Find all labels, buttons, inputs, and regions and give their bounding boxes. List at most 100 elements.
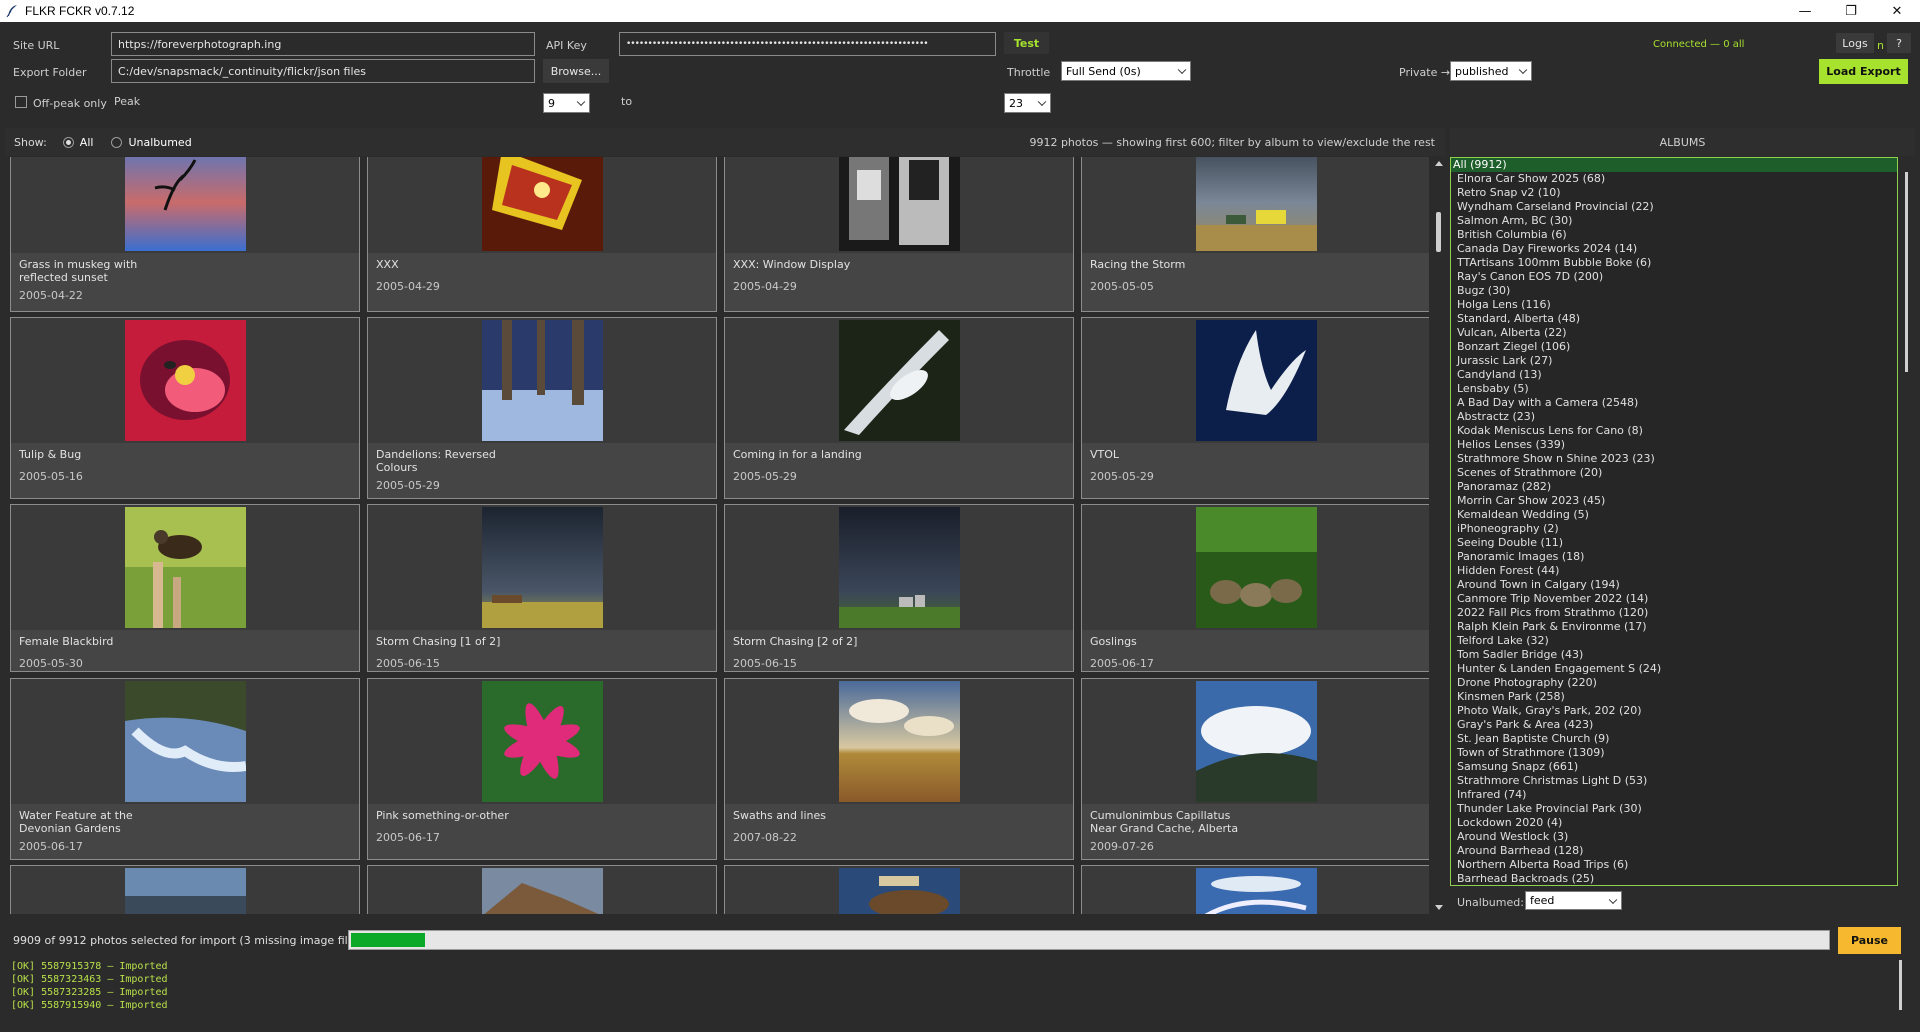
albums-list[interactable]: All (9912) Elnora Car Show 2025 (68) Retro… [1450, 157, 1898, 886]
album-item[interactable]: Around Town in Calgary (194) [1451, 578, 1897, 592]
export-folder-input[interactable]: C:/dev/snapsmack/_continuity/flickr/json… [111, 59, 535, 83]
album-item[interactable]: Drone Photography (220) [1451, 676, 1897, 690]
photo-card[interactable] [724, 865, 1074, 914]
album-item[interactable]: iPhoneography (2) [1451, 522, 1897, 536]
help-button[interactable]: ? [1887, 33, 1911, 53]
photo-card[interactable]: Water Feature at the Devonian Gardens 20… [10, 678, 360, 860]
photo-card[interactable]: Female Blackbird 2005-05-30 [10, 504, 360, 672]
album-item[interactable]: Panoramic Images (18) [1451, 550, 1897, 564]
album-item[interactable]: British Columbia (6) [1451, 228, 1897, 242]
album-item[interactable]: Gray's Park & Area (423) [1451, 718, 1897, 732]
scroll-thumb[interactable] [1905, 172, 1908, 372]
photo-card[interactable]: Tulip & Bug 2005-05-16 [10, 317, 360, 499]
scroll-thumb[interactable] [1899, 960, 1902, 1010]
photo-card[interactable]: XXX 2005-04-29 [367, 157, 717, 312]
logs-button[interactable]: Logs [1836, 33, 1874, 53]
photo-card[interactable]: Storm Chasing [2 of 2] 2005-06-15 [724, 504, 1074, 672]
photo-card[interactable]: Cumulonimbus Capillatus Near Grand Cache… [1081, 678, 1429, 860]
album-item[interactable]: Lockdown 2020 (4) [1451, 816, 1897, 830]
album-item[interactable]: Strathmore Show n Shine 2023 (23) [1451, 452, 1897, 466]
all-radio[interactable] [62, 136, 74, 148]
album-item[interactable]: St. Jean Baptiste Church (9) [1451, 732, 1897, 746]
album-item[interactable]: Candyland (13) [1451, 368, 1897, 382]
album-item[interactable]: Vulcan, Alberta (22) [1451, 326, 1897, 340]
album-item[interactable]: Hidden Forest (44) [1451, 564, 1897, 578]
site-url-input[interactable]: https://foreverphotograph.ing [111, 32, 535, 56]
scroll-down-icon[interactable] [1435, 905, 1443, 910]
photo-card[interactable]: Swaths and lines 2007-08-22 [724, 678, 1074, 860]
photo-card[interactable] [367, 865, 717, 914]
album-item[interactable]: Around Westlock (3) [1451, 830, 1897, 844]
log-scrollbar[interactable] [1896, 958, 1906, 1024]
photo-card[interactable]: Goslings 2005-06-17 [1081, 504, 1429, 672]
album-item[interactable]: Telford Lake (32) [1451, 634, 1897, 648]
unalbumed-select[interactable]: feed [1525, 891, 1622, 910]
album-item-all[interactable]: All (9912) [1451, 158, 1897, 172]
album-item[interactable]: Salmon Arm, BC (30) [1451, 214, 1897, 228]
scroll-thumb[interactable] [1436, 212, 1441, 252]
album-item[interactable]: Scenes of Strathmore (20) [1451, 466, 1897, 480]
photo-card[interactable] [1081, 865, 1429, 914]
album-item[interactable]: Retro Snap v2 (10) [1451, 186, 1897, 200]
offpeak-checkbox[interactable] [15, 96, 27, 108]
album-item[interactable]: Hunter & Landen Engagement S (24) [1451, 662, 1897, 676]
album-item[interactable]: Barrhead Backroads (25) [1451, 872, 1897, 885]
album-item[interactable]: Holga Lens (116) [1451, 298, 1897, 312]
album-item[interactable]: Town of Strathmore (1309) [1451, 746, 1897, 760]
api-key-input[interactable]: ••••••••••••••••••••••••••••••••••••••••… [619, 32, 996, 56]
photo-card[interactable]: VTOL 2005-05-29 [1081, 317, 1429, 499]
photo-card[interactable]: Storm Chasing [1 of 2] 2005-06-15 [367, 504, 717, 672]
album-item[interactable]: TTArtisans 100mm Bubble Boke (6) [1451, 256, 1897, 270]
album-item[interactable]: 2022 Fall Pics from Strathmo (120) [1451, 606, 1897, 620]
minimize-button[interactable]: — [1782, 0, 1828, 22]
photo-card[interactable]: XXX: Window Display 2005-04-29 [724, 157, 1074, 312]
album-item[interactable]: Strathmore Christmas Light D (53) [1451, 774, 1897, 788]
private-select[interactable]: published [1450, 61, 1532, 81]
peak-from-select[interactable]: 9 [543, 93, 590, 113]
album-item[interactable]: Jurassic Lark (27) [1451, 354, 1897, 368]
photo-card[interactable]: Pink something-or-other 2005-06-17 [367, 678, 717, 860]
album-item[interactable]: Helios Lenses (339) [1451, 438, 1897, 452]
photo-card[interactable]: Coming in for a landing 2005-05-29 [724, 317, 1074, 499]
photo-card[interactable]: Grass in muskeg with reflected sunset 20… [10, 157, 360, 312]
photo-card[interactable] [10, 865, 360, 914]
album-item[interactable]: Samsung Snapz (661) [1451, 760, 1897, 774]
photo-grid-scrollbar[interactable] [1432, 157, 1446, 914]
album-item[interactable]: Wyndham Carseland Provincial (22) [1451, 200, 1897, 214]
album-item[interactable]: Seeing Double (11) [1451, 536, 1897, 550]
album-item[interactable]: Kodak Meniscus Lens for Cano (8) [1451, 424, 1897, 438]
album-item[interactable]: Abstractz (23) [1451, 410, 1897, 424]
album-item[interactable]: Tom Sadler Bridge (43) [1451, 648, 1897, 662]
album-item[interactable]: Canada Day Fireworks 2024 (14) [1451, 242, 1897, 256]
close-button[interactable]: ✕ [1874, 0, 1920, 22]
unalbumed-radio[interactable] [111, 136, 123, 148]
album-item[interactable]: Kemaldean Wedding (5) [1451, 508, 1897, 522]
album-item[interactable]: Kinsmen Park (258) [1451, 690, 1897, 704]
throttle-select[interactable]: Full Send (0s) [1061, 61, 1191, 81]
peak-to-select[interactable]: 23 [1004, 93, 1051, 113]
pause-button[interactable]: Pause [1838, 927, 1901, 954]
album-item[interactable]: Thunder Lake Provincial Park (30) [1451, 802, 1897, 816]
album-item[interactable]: A Bad Day with a Camera (2548) [1451, 396, 1897, 410]
albums-scrollbar[interactable] [1900, 157, 1914, 886]
album-item[interactable]: Infrared (74) [1451, 788, 1897, 802]
album-item[interactable]: Photo Walk, Gray's Park, 202 (20) [1451, 704, 1897, 718]
photo-card[interactable]: Racing the Storm 2005-05-05 [1081, 157, 1429, 312]
album-item[interactable]: Canmore Trip November 2022 (14) [1451, 592, 1897, 606]
album-item[interactable]: Lensbaby (5) [1451, 382, 1897, 396]
album-item[interactable]: Ray's Canon EOS 7D (200) [1451, 270, 1897, 284]
test-button[interactable]: Test [1004, 32, 1049, 54]
load-export-button[interactable]: Load Export [1819, 59, 1908, 84]
album-item[interactable]: Standard, Alberta (48) [1451, 312, 1897, 326]
album-item[interactable]: Northern Alberta Road Trips (6) [1451, 858, 1897, 872]
scroll-up-icon[interactable] [1435, 161, 1443, 166]
album-item[interactable]: Morrin Car Show 2023 (45) [1451, 494, 1897, 508]
album-item[interactable]: Bugz (30) [1451, 284, 1897, 298]
album-item[interactable]: Around Barrhead (128) [1451, 844, 1897, 858]
browse-button[interactable]: Browse... [543, 59, 609, 83]
maximize-button[interactable]: ❐ [1828, 0, 1874, 22]
photo-card[interactable]: Dandelions: Reversed Colours 2005-05-29 [367, 317, 717, 499]
album-item[interactable]: Panoramaz (282) [1451, 480, 1897, 494]
album-item[interactable]: Elnora Car Show 2025 (68) [1451, 172, 1897, 186]
album-item[interactable]: Ralph Klein Park & Environme (17) [1451, 620, 1897, 634]
